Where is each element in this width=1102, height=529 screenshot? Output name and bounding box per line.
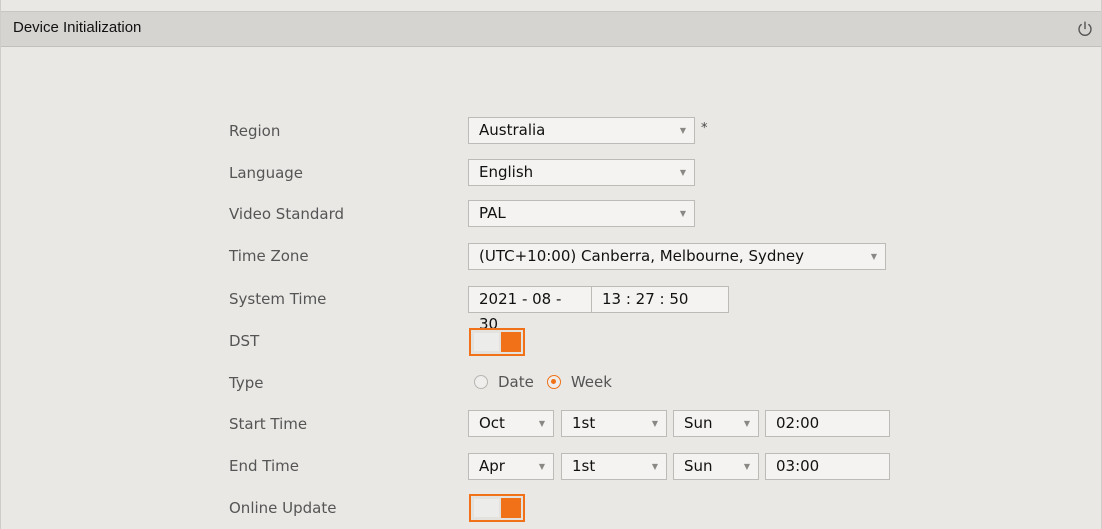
start-week-select[interactable]: 1st ▼ xyxy=(561,410,667,437)
dropdown-arrow-icon: ▼ xyxy=(679,126,686,135)
language-value: English xyxy=(479,163,534,181)
start-month-value: Oct xyxy=(479,414,505,432)
end-month-value: Apr xyxy=(479,457,505,475)
dropdown-arrow-icon: ▼ xyxy=(743,462,750,471)
dst-type-radio-group: Date Week xyxy=(474,372,612,392)
region-label: Region xyxy=(229,122,281,140)
start-day-select[interactable]: Sun ▼ xyxy=(673,410,759,437)
radio-unchecked-icon xyxy=(474,375,488,389)
dropdown-arrow-icon: ▼ xyxy=(651,419,658,428)
type-date-label: Date xyxy=(498,373,534,391)
dropdown-arrow-icon: ▼ xyxy=(651,462,658,471)
system-clock-input[interactable]: 13 : 27 : 50 xyxy=(592,287,698,312)
start-time-input[interactable]: 02:00 xyxy=(765,410,890,437)
toggle-knob xyxy=(501,332,521,352)
system-date-input[interactable]: 2021 - 08 - 30 xyxy=(469,287,592,333)
time-zone-select[interactable]: (UTC+10:00) Canberra, Melbourne, Sydney … xyxy=(468,243,886,270)
start-week-value: 1st xyxy=(572,414,596,432)
system-time-field: 2021 - 08 - 30 13 : 27 : 50 xyxy=(468,286,729,333)
title-bar: Device Initialization xyxy=(1,11,1101,47)
dst-toggle[interactable] xyxy=(469,328,525,356)
time-zone-label: Time Zone xyxy=(229,247,309,265)
time-zone-value: (UTC+10:00) Canberra, Melbourne, Sydney xyxy=(479,247,804,265)
dropdown-arrow-icon: ▼ xyxy=(679,209,686,218)
end-day-select[interactable]: Sun ▼ xyxy=(673,453,759,480)
start-month-select[interactable]: Oct ▼ xyxy=(468,410,554,437)
toggle-track xyxy=(474,499,499,517)
dropdown-arrow-icon: ▼ xyxy=(870,252,877,261)
dst-label: DST xyxy=(229,332,260,350)
online-update-toggle[interactable] xyxy=(469,494,525,522)
end-day-value: Sun xyxy=(684,457,713,475)
type-date-radio[interactable]: Date xyxy=(474,373,534,391)
video-standard-label: Video Standard xyxy=(229,205,345,223)
end-month-select[interactable]: Apr ▼ xyxy=(468,453,554,480)
end-time-label: End Time xyxy=(229,457,299,475)
video-standard-select[interactable]: PAL ▼ xyxy=(468,200,695,227)
language-select[interactable]: English ▼ xyxy=(468,159,695,186)
dropdown-arrow-icon: ▼ xyxy=(679,168,686,177)
device-initialization-window: Device Initialization Region Australia ▼… xyxy=(0,0,1102,529)
window-title: Device Initialization xyxy=(13,19,142,36)
start-day-value: Sun xyxy=(684,414,713,432)
radio-checked-icon xyxy=(546,375,561,389)
region-value: Australia xyxy=(479,121,546,139)
system-time-label: System Time xyxy=(229,290,327,308)
toggle-knob xyxy=(501,498,521,518)
power-icon[interactable] xyxy=(1076,20,1094,38)
required-mark: * xyxy=(701,121,708,136)
type-week-label: Week xyxy=(570,373,612,391)
language-label: Language xyxy=(229,164,304,182)
start-time-label: Start Time xyxy=(229,415,308,433)
dropdown-arrow-icon: ▼ xyxy=(538,419,545,428)
toggle-track xyxy=(474,333,499,351)
type-label: Type xyxy=(229,374,264,392)
region-select[interactable]: Australia ▼ xyxy=(468,117,695,144)
dropdown-arrow-icon: ▼ xyxy=(538,462,545,471)
online-update-label: Online Update xyxy=(229,499,337,517)
end-week-value: 1st xyxy=(572,457,596,475)
type-week-radio[interactable]: Week xyxy=(546,373,612,391)
end-week-select[interactable]: 1st ▼ xyxy=(561,453,667,480)
video-standard-value: PAL xyxy=(479,204,506,222)
dropdown-arrow-icon: ▼ xyxy=(743,419,750,428)
end-time-input[interactable]: 03:00 xyxy=(765,453,890,480)
